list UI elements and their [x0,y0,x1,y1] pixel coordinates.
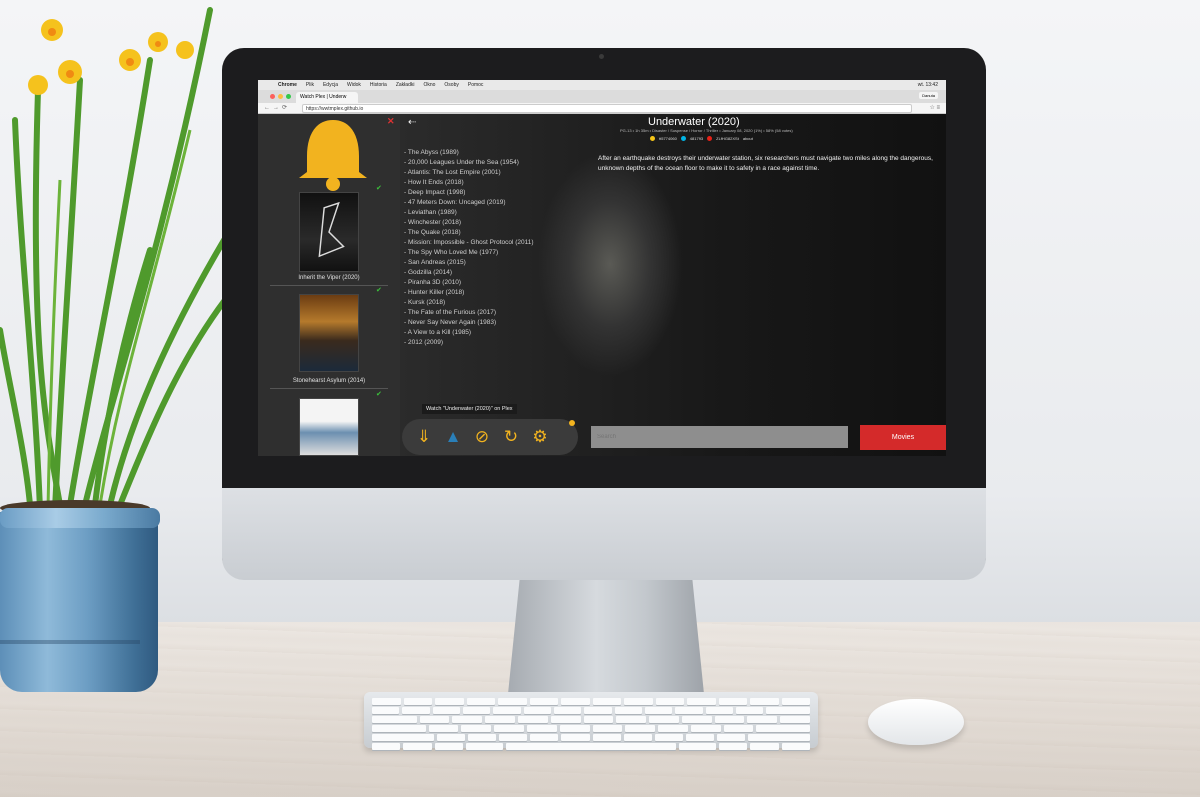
minimize-window-icon[interactable] [278,94,283,99]
notification-dot [569,420,575,426]
menu-item[interactable]: Edycja [323,82,338,88]
menu-item[interactable]: Pomoc [468,82,484,88]
browser-tab[interactable]: Watch Plex | Underw [296,92,358,103]
related-movie-link[interactable]: - The Fate of the Furious (2017) [404,308,594,318]
monitor-stand [508,578,704,694]
related-movie-link[interactable]: - Atlantis: The Lost Empire (2001) [404,168,594,178]
movie-description: After an earthquake destroys their under… [598,155,933,172]
related-movies-list: - The Abyss (1989) - 20,000 Leagues Unde… [404,148,594,348]
back-arrow-icon[interactable]: ⇠ [408,117,416,128]
poster-image [299,192,359,272]
related-movie-link[interactable]: - 20,000 Leagues Under the Sea (1954) [404,158,594,168]
about-link[interactable]: about [743,136,753,141]
sidebar-poster-card[interactable]: Stonehearst Asylum (2014) [270,294,388,384]
related-movie-link[interactable]: - Piranha 3D (2010) [404,278,594,288]
related-movie-link[interactable]: - Leviathan (1989) [404,208,594,218]
related-movie-link[interactable]: - San Andreas (2015) [404,258,594,268]
movie-meta: PG-13 • 1h 35m • Disaster / Suspense / H… [620,128,793,133]
check-icon: ✔ [376,185,382,192]
related-movie-link[interactable]: - Winchester (2018) [404,218,594,228]
bell-icon[interactable] [295,116,371,194]
menu-item[interactable]: Osoby [444,82,458,88]
address-bar: ←→⟳ https://wwtmplex.github.io ☆ ≡ [258,103,946,114]
action-toolbar: ⇓ ▲ ⊘ ↻ ⚙ [402,419,578,455]
check-icon: ✔ [376,391,382,398]
mouse [868,699,964,745]
pot-band [0,640,140,644]
poster-image [299,294,359,372]
movie-title: Underwater (2020) [648,116,740,128]
related-movie-link[interactable]: - 47 Meters Down: Uncaged (2019) [404,198,594,208]
movies-button[interactable]: Movies [860,425,946,450]
imdb-id[interactable]: tt5774060 [659,136,677,141]
trailer-id[interactable]: ZLfHG82XSt [716,136,739,141]
imdb-icon [650,136,655,141]
menubar-clock: wt. 13:42 [917,82,938,88]
refresh-icon[interactable]: ↻ [501,427,521,447]
screen: Chrome Plik Edycja Widok Historia Zakład… [258,80,946,456]
sidebar-poster-card[interactable] [270,398,388,456]
close-window-icon[interactable] [270,94,275,99]
check-icon: ✔ [376,287,382,294]
related-movie-link[interactable]: - Deep Impact (1998) [404,188,594,198]
bookmark-star-icon[interactable]: ☆ ≡ [929,104,940,111]
related-movie-link[interactable]: - Godzilla (2014) [404,268,594,278]
menu-item[interactable]: Okno [423,82,435,88]
related-movie-link[interactable]: - Never Say Never Again (1983) [404,318,594,328]
nav-buttons-icon[interactable]: ←→⟳ [264,104,290,111]
notification-sidebar: ✕ ✔ Inherit the Viper (2020) ✔ Stonehear… [258,114,400,456]
url-field[interactable]: https://wwtmplex.github.io [302,104,912,113]
watch-tooltip: Watch "Underwater (2020)" on Plex [422,404,517,414]
menu-item[interactable]: Zakładki [396,82,415,88]
mac-menubar: Chrome Plik Edycja Widok Historia Zakład… [258,80,946,90]
pot-rim [0,508,160,528]
poster-title: Inherit the Viper (2020) [298,275,360,281]
flower-pot [0,512,158,692]
related-movie-link[interactable]: - Kursk (2018) [404,298,594,308]
hide-icon[interactable]: ⊘ [472,427,492,447]
apple-logo-icon [584,505,624,553]
divider [270,388,388,389]
related-movie-link[interactable]: - The Quake (2018) [404,228,594,238]
download-icon[interactable]: ⇓ [414,427,434,447]
camera-icon [599,54,604,59]
menu-item[interactable]: Chrome [278,82,297,88]
menu-item[interactable]: Plik [306,82,314,88]
search-input[interactable] [591,426,848,448]
poster-image [299,398,359,456]
related-movie-link[interactable]: - 2012 (2009) [404,338,594,348]
sidebar-poster-card[interactable]: Inherit the Viper (2020) [270,192,388,281]
divider [270,285,388,286]
maximize-window-icon[interactable] [286,94,291,99]
ratings-row: tt5774060 481793 ZLfHG82XSt about [650,136,753,141]
daffodil-plant [0,7,233,513]
settings-icon[interactable]: ⚙ [530,427,550,447]
related-movie-link[interactable]: - How It Ends (2018) [404,178,594,188]
profile-button[interactable]: Danuta [919,92,938,99]
app-window: ✕ ✔ Inherit the Viper (2020) ✔ Stonehear… [258,114,946,456]
plex-icon[interactable]: ▲ [443,427,463,447]
poster-title: Stonehearst Asylum (2014) [292,378,366,384]
tab-bar: Watch Plex | Underw Danuta [258,90,946,103]
related-movie-link[interactable]: - A View to a Kill (1985) [404,328,594,338]
tmdb-icon [680,136,686,141]
close-icon[interactable]: ✕ [387,116,395,127]
menu-item[interactable]: Historia [370,82,387,88]
related-movie-link[interactable]: - Hunter Killer (2018) [404,288,594,298]
menu-item[interactable]: Widok [347,82,361,88]
related-movie-link[interactable]: - The Spy Who Loved Me (1977) [404,248,594,258]
tmdb-id[interactable]: 481793 [690,136,703,141]
related-movie-link[interactable]: - Mission: Impossible - Ghost Protocol (… [404,238,594,248]
related-movie-link[interactable]: - The Abyss (1989) [404,148,594,158]
keyboard [364,692,818,750]
youtube-icon [707,136,713,141]
